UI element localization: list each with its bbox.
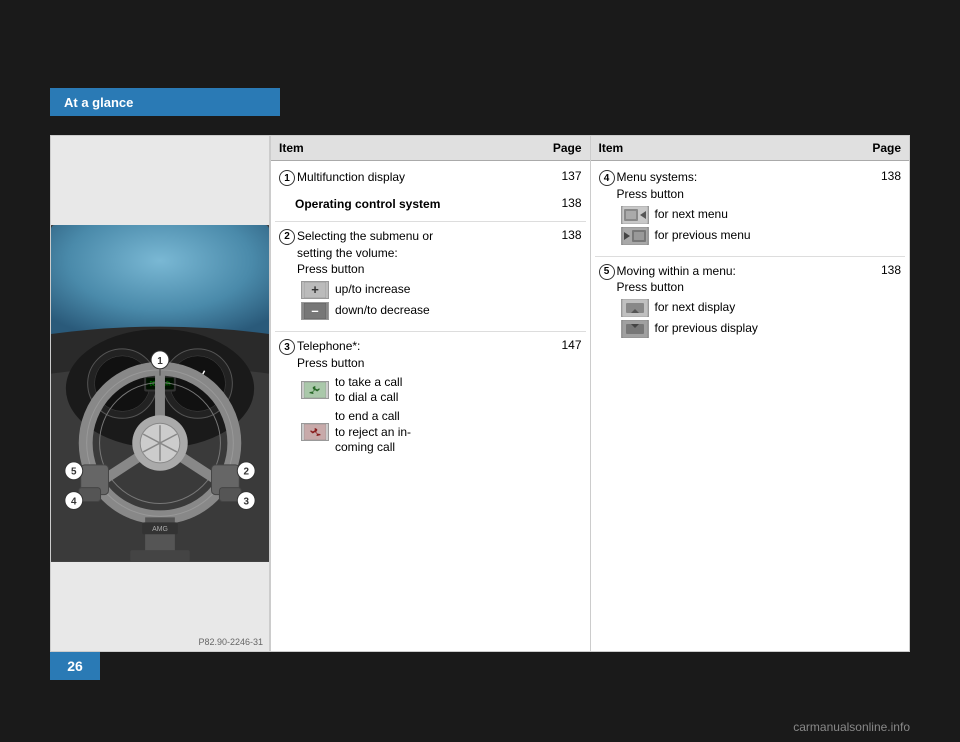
steering-wheel-image: 88 km/h 1 [51, 136, 269, 651]
sub-item-display-prev: for previous display [621, 320, 866, 338]
left-col-item: Item [279, 141, 542, 155]
item-page-3: 147 [546, 338, 582, 352]
sub-label-menu-prev: for previous menu [655, 228, 751, 244]
item-title-5: Moving within a menu:Press button [617, 263, 866, 297]
menu-next-icon [621, 206, 649, 224]
display-next-icon [621, 299, 649, 317]
phone-answer-icon [301, 381, 329, 399]
phone-end-icon [301, 423, 329, 441]
item-title-4: Menu systems:Press button [617, 169, 866, 203]
sub-item-menu-prev: for previous menu [621, 227, 866, 245]
sub-label-phone-answer: to take a callto dial a call [335, 375, 402, 406]
left-table-header: Item Page [271, 136, 590, 161]
right-col-page: Page [861, 141, 901, 155]
svg-text:5: 5 [71, 467, 77, 478]
menu-prev-icon [621, 227, 649, 245]
item-page-ocs: 138 [546, 196, 582, 210]
item-content-2: Selecting the submenu orsetting the volu… [297, 228, 546, 323]
svg-text:+: + [311, 282, 319, 297]
item-page-2: 138 [546, 228, 582, 242]
right-table: Item Page 4 Menu systems:Press button [591, 135, 911, 652]
item-title-ocs: Operating control system [295, 197, 440, 211]
svg-text:–: – [311, 303, 318, 318]
item-content-ocs: Operating control system [295, 196, 546, 213]
table-row: 1 Multifunction display 137 [275, 167, 586, 188]
table-row: 2 Selecting the submenu orsetting the vo… [275, 226, 586, 325]
sub-item-plus: + up/to increase [301, 281, 546, 299]
left-col-page: Page [542, 141, 582, 155]
plus-icon: + [301, 281, 329, 299]
sub-label-menu-next: for next menu [655, 207, 728, 223]
sub-item-minus: – down/to decrease [301, 302, 546, 320]
sub-item-display-next: for next display [621, 299, 866, 317]
item-title-1: Multifunction display [297, 170, 405, 184]
sub-label-minus: down/to decrease [335, 303, 430, 319]
sub-item-menu-next: for next menu [621, 206, 866, 224]
watermark: carmanualsonline.info [793, 720, 910, 734]
main-content: 88 km/h 1 [50, 135, 910, 652]
item-page-1: 137 [546, 169, 582, 183]
watermark-text: carmanualsonline.info [793, 720, 910, 734]
divider [595, 256, 906, 257]
svg-text:3: 3 [243, 496, 249, 507]
table-row: 5 Moving within a menu:Press button for … [595, 261, 906, 344]
item-page-5: 138 [865, 263, 901, 277]
page-number: 26 [67, 658, 83, 674]
right-col-item: Item [599, 141, 862, 155]
image-caption: P82.90-2246-31 [198, 637, 263, 647]
minus-icon: – [301, 302, 329, 320]
item-content-5: Moving within a menu:Press button for ne… [617, 263, 866, 342]
item-number-5: 5 [599, 264, 615, 280]
svg-text:1: 1 [157, 356, 163, 367]
sub-item-phone-end: to end a callto reject an in-coming call [301, 409, 546, 456]
table-row: 4 Menu systems:Press button for ne [595, 167, 906, 250]
table-row: Operating control system 138 [275, 194, 586, 215]
item-page-4: 138 [865, 169, 901, 183]
svg-text:2: 2 [243, 467, 249, 478]
image-panel: 88 km/h 1 [50, 135, 270, 652]
item-number-4: 4 [599, 170, 615, 186]
right-table-header: Item Page [591, 136, 910, 161]
table-row: 3 Telephone*:Press button to take a call… [275, 336, 586, 461]
sub-label-plus: up/to increase [335, 282, 410, 298]
item-title-3: Telephone*:Press button [297, 338, 546, 372]
page-number-badge: 26 [50, 652, 100, 680]
item-content-1: Multifunction display [297, 169, 546, 186]
sub-item-phone-answer: to take a callto dial a call [301, 375, 546, 406]
item-number-3: 3 [279, 339, 295, 355]
divider [275, 331, 586, 332]
item-content-3: Telephone*:Press button to take a callto… [297, 338, 546, 459]
section-title: At a glance [64, 95, 133, 110]
left-table-body: 1 Multifunction display 137 Operating co… [271, 161, 590, 473]
sub-label-phone-end: to end a callto reject an in-coming call [335, 409, 411, 456]
right-table-body: 4 Menu systems:Press button for ne [591, 161, 910, 355]
item-number-1: 1 [279, 170, 295, 186]
sub-label-display-next: for next display [655, 300, 736, 316]
svg-text:4: 4 [71, 496, 77, 507]
item-content-4: Menu systems:Press button for next menu [617, 169, 866, 248]
item-number-2: 2 [279, 229, 295, 245]
divider [275, 221, 586, 222]
svg-text:AMG: AMG [152, 526, 168, 533]
section-header: At a glance [50, 88, 280, 116]
left-table: Item Page 1 Multifunction display 137 Op… [270, 135, 591, 652]
item-title-2: Selecting the submenu orsetting the volu… [297, 228, 546, 278]
display-prev-icon [621, 320, 649, 338]
sub-label-display-prev: for previous display [655, 321, 758, 337]
